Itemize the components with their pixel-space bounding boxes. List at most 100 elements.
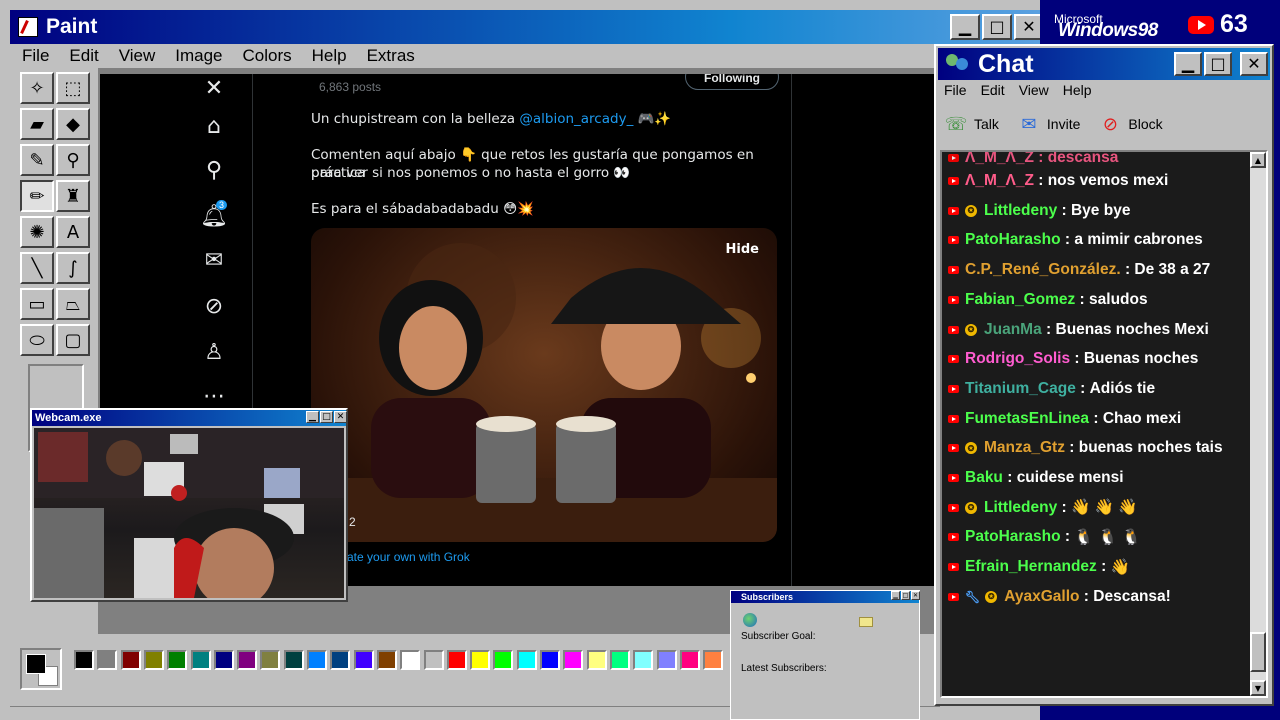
color-swatch[interactable] [376, 650, 397, 670]
color-swatch[interactable] [470, 650, 491, 670]
menu-image[interactable]: Image [163, 46, 230, 66]
menu-help[interactable]: Help [300, 46, 355, 66]
webcam-video [34, 428, 344, 598]
fill-bucket-icon[interactable]: ◆ [56, 108, 90, 140]
block-button[interactable]: ⊘ Block [1098, 113, 1163, 135]
color-swatch[interactable] [516, 650, 537, 670]
chat-username[interactable]: Titanium_Cage [965, 380, 1076, 398]
rounded-rect-tool-icon[interactable]: ▢ [56, 324, 90, 356]
color-swatch[interactable] [540, 650, 560, 670]
subs-close-button[interactable]: ✕ [911, 591, 920, 600]
chat-username[interactable]: JuanMa [984, 321, 1042, 339]
scroll-thumb[interactable] [1250, 632, 1266, 672]
chat-username[interactable]: Littledeny [984, 499, 1057, 517]
color-swatch[interactable] [423, 650, 444, 670]
rect-select-icon[interactable]: ⬚ [56, 72, 90, 104]
talk-button[interactable]: ☏ Talk [944, 113, 999, 135]
chat-menu-file[interactable]: File [944, 82, 967, 98]
text-tool-icon[interactable]: A [56, 216, 90, 248]
color-swatch[interactable] [609, 650, 630, 670]
chat-username[interactable]: PatoHarasho [965, 528, 1061, 546]
menu-extras[interactable]: Extras [355, 46, 423, 66]
magnifier-icon[interactable]: ⚲ [56, 144, 90, 176]
color-swatch[interactable] [143, 650, 164, 670]
paint-title-bar[interactable]: Paint ▁ □ ✕ [10, 10, 1044, 44]
chat-scrollbar[interactable]: ▲ ▼ [1250, 152, 1266, 696]
color-swatch[interactable] [563, 650, 584, 670]
chat-maximize-button[interactable]: □ [1204, 52, 1232, 76]
rectangle-tool-icon[interactable]: ▭ [20, 288, 54, 320]
free-select-icon[interactable]: ✧ [20, 72, 54, 104]
color-swatch[interactable] [633, 650, 654, 670]
color-swatch[interactable] [353, 650, 374, 670]
subs-maximize-button[interactable]: □ [901, 591, 910, 600]
chat-username[interactable]: Manza_Gtz [984, 439, 1065, 457]
chat-menu-help[interactable]: Help [1063, 82, 1092, 98]
chat-username[interactable]: Rodrigo_Solis [965, 350, 1070, 368]
menu-edit[interactable]: Edit [57, 46, 106, 66]
color-swatch[interactable] [74, 650, 94, 670]
pencil-icon[interactable]: ✏ [20, 180, 54, 212]
color-swatch[interactable] [283, 650, 304, 670]
color-swatch[interactable] [656, 650, 677, 670]
color-swatch[interactable] [446, 650, 467, 670]
chat-username[interactable]: AyaxGallo [1004, 588, 1079, 606]
curve-tool-icon[interactable]: ∫ [56, 252, 90, 284]
color-swatch[interactable] [703, 650, 724, 670]
color-swatch[interactable] [307, 650, 327, 670]
scroll-down-icon[interactable]: ▼ [1250, 680, 1266, 696]
chat-username[interactable]: Baku [965, 469, 1003, 487]
chat-separator: : [1057, 201, 1071, 219]
menu-view[interactable]: View [107, 46, 164, 66]
polygon-tool-icon[interactable]: ⏢ [56, 288, 90, 320]
color-swatch[interactable] [213, 650, 234, 670]
webcam-minimize-button[interactable]: ▁ [306, 411, 319, 423]
chat-menu-edit[interactable]: Edit [981, 82, 1005, 98]
scroll-up-icon[interactable]: ▲ [1250, 152, 1266, 168]
color-swatch[interactable] [493, 650, 514, 670]
wrench-icon: 🔧︎ [965, 589, 981, 604]
menu-colors[interactable]: Colors [231, 46, 300, 66]
webcam-maximize-button[interactable]: □ [320, 411, 333, 423]
chat-minimize-button[interactable]: ▁ [1174, 52, 1202, 76]
ellipse-tool-icon[interactable]: ⬭ [20, 324, 54, 356]
chat-username[interactable]: PatoHarasho [965, 231, 1061, 249]
color-swatch[interactable] [330, 650, 351, 670]
subscribers-title-bar[interactable]: Subscribers ▁ □ ✕ [731, 591, 920, 603]
chat-messages[interactable]: Λ_M_Λ_Z : descansa Λ_M_Λ_Z : nos vemos m… [940, 150, 1268, 698]
webcam-close-button[interactable]: ✕ [334, 411, 347, 423]
chat-message: FumetasEnLinea : Chao mexi [948, 407, 1181, 431]
color-swatch[interactable] [97, 650, 118, 670]
minimize-button[interactable]: ▁ [950, 14, 980, 40]
chat-username[interactable]: Efrain_Hernandez [965, 558, 1097, 576]
maximize-button[interactable]: □ [982, 14, 1012, 40]
chat-username[interactable]: Λ_M_Λ_Z [965, 172, 1034, 190]
chat-separator: : [1064, 439, 1079, 457]
member-badge-icon: ✪ [965, 204, 977, 217]
current-colors[interactable] [20, 648, 62, 690]
chat-menu-view[interactable]: View [1019, 82, 1049, 98]
eraser-icon[interactable]: ▰ [20, 108, 54, 140]
color-swatch[interactable] [190, 650, 211, 670]
chat-username[interactable]: FumetasEnLinea [965, 410, 1089, 428]
color-swatch[interactable] [260, 650, 281, 670]
subs-minimize-button[interactable]: ▁ [891, 591, 900, 600]
webcam-title-bar[interactable]: Webcam.exe ▁ □ ✕ [32, 410, 347, 426]
color-swatch[interactable] [586, 650, 607, 670]
chat-username[interactable]: Fabian_Gomez [965, 291, 1075, 309]
chat-username[interactable]: C.P._René_González. [965, 261, 1121, 279]
color-picker-icon[interactable]: ✎ [20, 144, 54, 176]
color-swatch[interactable] [237, 650, 258, 670]
invite-button[interactable]: ✉ Invite [1017, 113, 1080, 135]
color-swatch[interactable] [120, 650, 141, 670]
brush-icon[interactable]: ♜ [56, 180, 90, 212]
line-tool-icon[interactable]: ╲ [20, 252, 54, 284]
airbrush-icon[interactable]: ✺ [20, 216, 54, 248]
chat-username[interactable]: Littledeny [984, 202, 1057, 220]
color-swatch[interactable] [167, 650, 188, 670]
color-swatch[interactable] [679, 650, 700, 670]
menu-file[interactable]: File [10, 46, 57, 66]
color-swatch[interactable] [400, 650, 421, 670]
chat-title-bar[interactable]: Chat ▁ □ ✕ [938, 48, 1270, 80]
chat-close-button[interactable]: ✕ [1240, 52, 1268, 76]
